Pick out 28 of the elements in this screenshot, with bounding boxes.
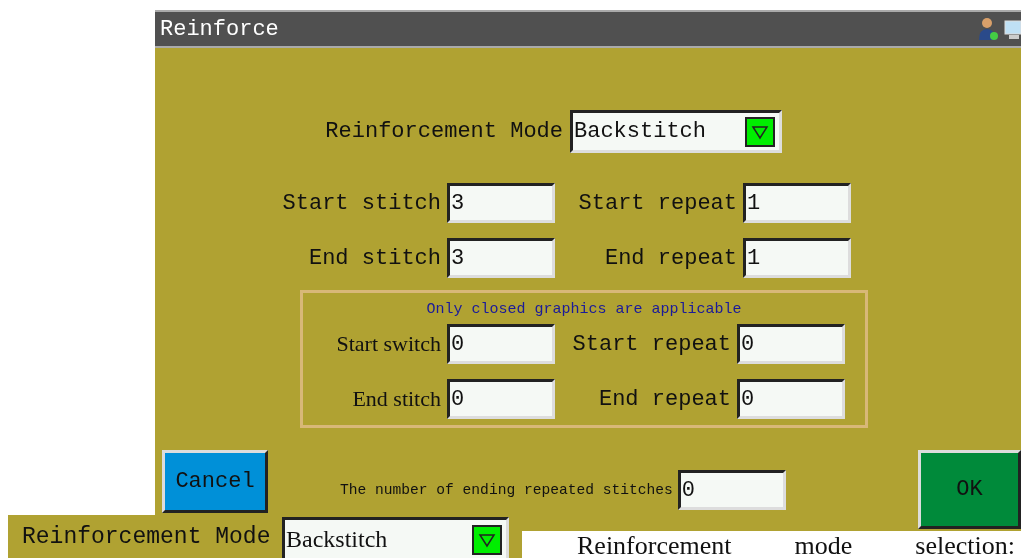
number-field[interactable]: 3 xyxy=(447,238,555,278)
user-icon[interactable] xyxy=(977,16,999,42)
mode-dropdown[interactable]: Backstitch xyxy=(570,110,782,153)
number-field[interactable]: 0 xyxy=(447,379,555,419)
mode-label: Reinforcement Mode xyxy=(22,523,272,550)
field-label: End repeat xyxy=(597,386,731,412)
field-label: End stitch xyxy=(351,386,441,412)
number-field[interactable]: 1 xyxy=(743,183,851,223)
ending-label: The number of ending repeated stitches xyxy=(340,482,673,498)
cancel-button[interactable]: Cancel xyxy=(162,450,268,513)
number-field[interactable]: 0 xyxy=(677,470,786,510)
mode-label: Reinforcement Mode xyxy=(324,119,563,144)
field-label: End repeat xyxy=(603,245,737,271)
number-field[interactable]: 0 xyxy=(737,379,845,419)
field-label: Start switch xyxy=(335,331,441,357)
group-note: Only closed graphics are applicable xyxy=(426,301,742,318)
number-field[interactable]: 1 xyxy=(743,238,851,278)
field-label: Start repeat xyxy=(571,331,731,357)
number-field[interactable]: 0 xyxy=(447,324,555,364)
number-field[interactable]: 0 xyxy=(737,324,845,364)
field-label: Start repeat xyxy=(577,190,737,216)
window-title: Reinforce xyxy=(160,16,279,42)
field-label: End stitch xyxy=(307,245,441,271)
caption-text: Reinforcement mode selection: xyxy=(577,531,1015,558)
number-field[interactable]: 3 xyxy=(447,183,555,223)
field-label: Start stitch xyxy=(281,190,441,216)
mode-dropdown[interactable]: Backstitch xyxy=(282,516,509,558)
ok-button[interactable]: OK xyxy=(918,450,1021,529)
